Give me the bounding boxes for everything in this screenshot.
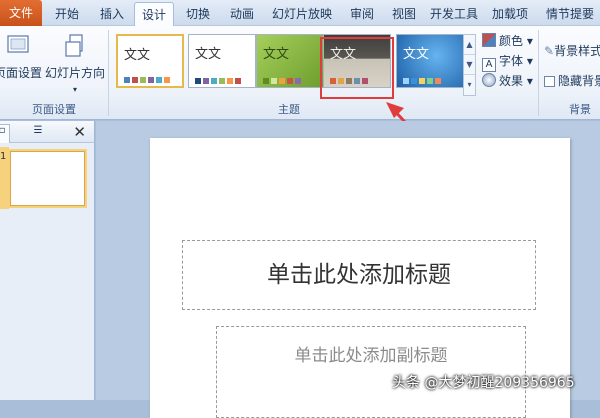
page-setup-icon: [7, 35, 29, 53]
ribbon-tab-bar: 文件 开始 插入 设计 切换 动画 幻灯片放映 审阅 视图 开发工具 加载项 情…: [0, 0, 600, 27]
checkbox-icon: [544, 76, 555, 87]
chevron-down-icon: ▾: [72, 85, 77, 94]
theme-colors-button[interactable]: 颜色 ▾: [482, 32, 533, 50]
theme-color-bars: [263, 73, 303, 84]
hide-background-label: 隐藏背景: [558, 74, 600, 88]
slides-pane-header: ▫ ☰ ✕: [0, 121, 94, 143]
theme-effects-button[interactable]: 效果 ▾: [482, 72, 533, 90]
arrow-head-icon: [386, 102, 404, 118]
highlight-box: [320, 37, 394, 99]
tab-design[interactable]: 设计: [134, 2, 174, 27]
effects-icon: [482, 73, 496, 87]
theme-fonts-label: 字体: [499, 54, 524, 68]
tab-transitions[interactable]: 切换: [177, 2, 219, 26]
theme-fonts-button[interactable]: A 字体 ▾: [482, 52, 533, 72]
close-icon[interactable]: ✕: [73, 123, 86, 141]
theme-colors-label: 颜色: [499, 34, 524, 48]
slides-tab[interactable]: ▫: [0, 124, 10, 143]
slide-orientation-icon: [65, 34, 83, 57]
group-divider: [538, 30, 539, 116]
theme-thumbnail-2[interactable]: 文文: [188, 34, 256, 88]
tab-developer[interactable]: 开发工具: [426, 2, 482, 26]
slide-orientation-label: 幻灯片方向: [44, 66, 105, 80]
theme-gallery-scroll[interactable]: ▲ ▼ ▾: [463, 34, 476, 96]
gallery-up-icon[interactable]: ▲: [464, 35, 475, 55]
slide-thumbnail[interactable]: [10, 151, 85, 206]
tab-review[interactable]: 审阅: [342, 2, 382, 26]
tab-home[interactable]: 开始: [46, 2, 88, 26]
group-label-background: 背景: [569, 103, 591, 116]
gallery-more-icon[interactable]: ▾: [464, 75, 475, 95]
theme-color-bars: [124, 72, 172, 83]
tab-storyboard[interactable]: 情节提要: [540, 2, 600, 26]
theme-sample-text: 文文: [195, 47, 222, 62]
outline-tab[interactable]: ☰: [24, 124, 52, 143]
ribbon-panel: 页面设置 幻灯片方向 ▾ 页面设置 文文 文文 文文 文文 文文 主题 ▲ ▼ …: [0, 26, 600, 120]
color-palette-icon: [482, 33, 496, 47]
page-setup-label: 页面设置: [0, 66, 42, 80]
tab-addins[interactable]: 加载项: [486, 2, 534, 26]
slide-editor: 单击此处添加标题 单击此处添加副标题: [96, 121, 600, 418]
background-styles-label: 背景样式: [554, 44, 600, 58]
tab-animations[interactable]: 动画: [221, 2, 263, 26]
theme-color-bars: [195, 73, 243, 84]
group-label-page-setup: 页面设置: [32, 103, 76, 116]
theme-effects-label: 效果: [499, 74, 524, 88]
tab-file[interactable]: 文件: [0, 0, 42, 26]
theme-sample-text: 文文: [263, 47, 290, 62]
slide-number: 1: [0, 151, 7, 162]
group-divider: [108, 30, 109, 116]
tab-slideshow[interactable]: 幻灯片放映: [265, 2, 339, 26]
theme-thumbnail-green[interactable]: 文文: [256, 34, 324, 88]
background-styles-button[interactable]: ✎背景样式: [544, 42, 600, 60]
theme-thumbnail-blue[interactable]: 文文: [396, 34, 464, 88]
slides-pane: ▫ ☰ ✕ 1: [0, 121, 95, 400]
slide-orientation-button[interactable]: 幻灯片方向 ▾: [44, 32, 106, 96]
title-placeholder[interactable]: 单击此处添加标题: [182, 240, 536, 310]
tab-view[interactable]: 视图: [384, 2, 424, 26]
font-icon: A: [482, 58, 496, 72]
gallery-down-icon[interactable]: ▼: [464, 55, 475, 75]
theme-thumbnail-office[interactable]: 文文: [116, 34, 184, 88]
theme-sample-text: 文文: [403, 47, 430, 62]
hide-background-checkbox[interactable]: 隐藏背景: [544, 72, 600, 90]
watermark: 头条 @大梦初醒209356965: [392, 375, 575, 391]
page-setup-button[interactable]: 页面设置: [0, 32, 44, 96]
tab-insert[interactable]: 插入: [92, 2, 132, 26]
theme-color-bars: [403, 73, 443, 84]
background-styles-icon: ✎: [544, 44, 555, 58]
theme-sample-text: 文文: [124, 48, 151, 63]
outline-icon: ☰: [33, 125, 43, 136]
